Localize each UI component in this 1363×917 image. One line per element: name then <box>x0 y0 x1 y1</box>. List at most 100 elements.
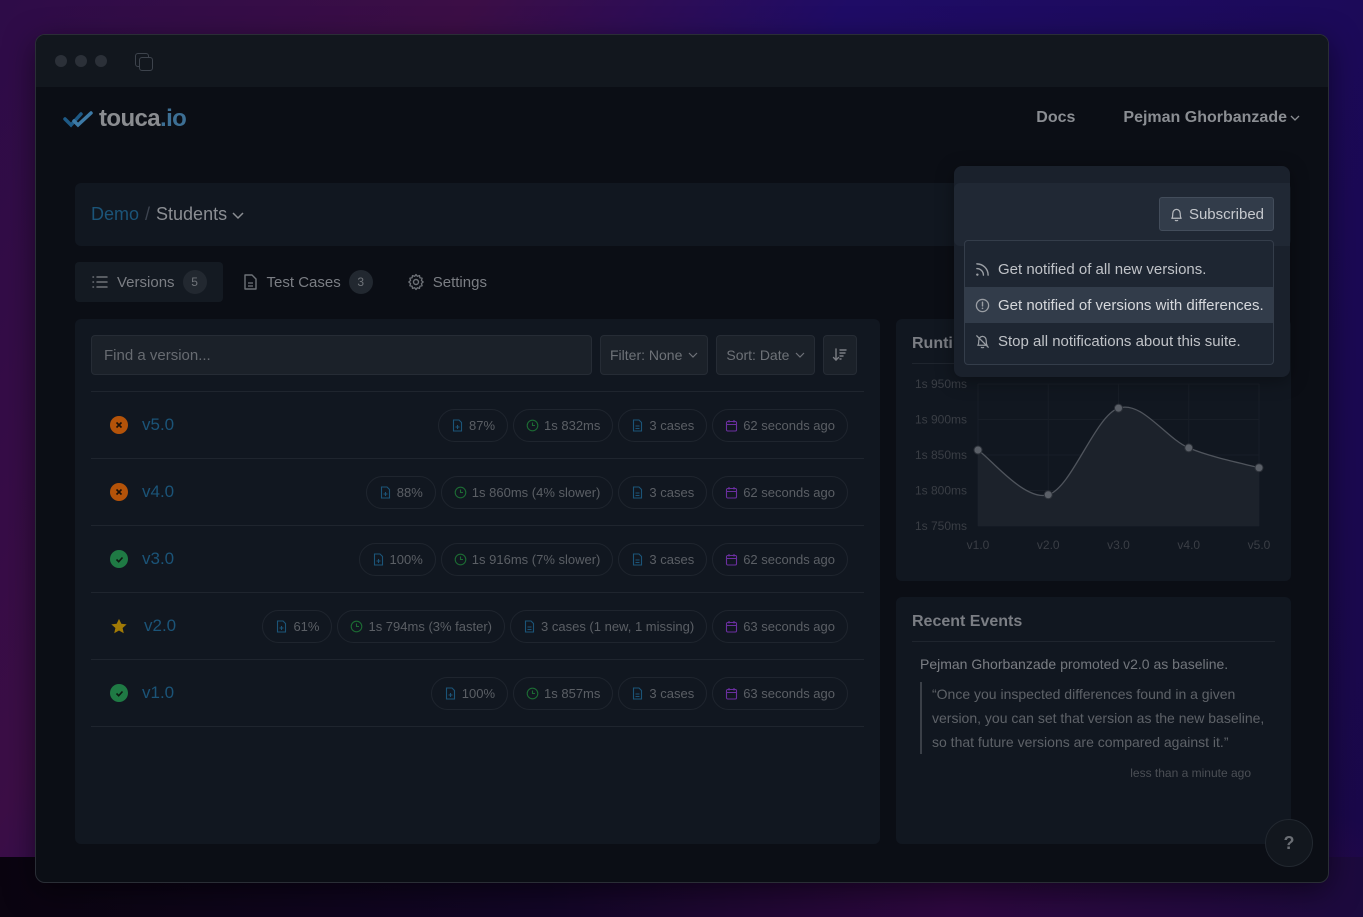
search-input[interactable] <box>91 335 592 375</box>
version-badges: 61% 1s 794ms (3% faster) 3 cases (1 new, 1… <box>262 609 848 643</box>
document-text-icon <box>633 418 643 432</box>
badge-text: 87% <box>468 417 496 433</box>
tab-versions[interactable]: Versions 5 <box>75 262 223 302</box>
subscribed-label: Subscribed <box>1188 205 1264 223</box>
y-tick-label: 1s 900ms <box>915 413 967 427</box>
submitted-badge: 63 seconds ago <box>712 609 848 643</box>
menu-item-all-versions[interactable]: Get notified of all new versions. <box>965 251 1273 287</box>
minimize-window-button[interactable] <box>75 55 87 67</box>
calendar-icon <box>726 419 738 432</box>
match-rate-badge: 100% <box>358 542 436 576</box>
subscribed-button[interactable]: Subscribed <box>1158 197 1274 231</box>
close-window-button[interactable] <box>55 55 67 67</box>
menu-item-stop-notifications[interactable]: Stop all notifications about this suite. <box>965 323 1273 359</box>
badge-text: 63 seconds ago <box>743 618 835 634</box>
versions-toolbar: Filter: None Sort: Date <box>91 335 864 375</box>
user-menu[interactable]: Pejman Ghorbanzade <box>1123 109 1300 127</box>
window-titlebar <box>36 35 1328 87</box>
cases-badge: 3 cases <box>618 676 708 710</box>
version-row[interactable]: v2.0 61% 1s 794ms (3% faster) 3 cases (1 ne… <box>91 593 864 660</box>
copy-tabs-icon[interactable] <box>133 51 153 71</box>
bell-icon <box>1171 208 1182 221</box>
tab-count-badge: 5 <box>182 270 207 294</box>
chevron-down-icon <box>688 352 698 358</box>
rss-icon <box>976 262 989 276</box>
sort-order-button[interactable] <box>823 335 858 375</box>
file-plus-icon <box>380 485 390 499</box>
badge-text: 3 cases <box>649 417 695 433</box>
maximize-window-button[interactable] <box>95 55 107 67</box>
subscription-popover: Subscribed Get notified of all new versi… <box>954 166 1290 377</box>
version-name[interactable]: v1.0 <box>142 683 431 703</box>
logo-text: touca.io <box>99 105 187 132</box>
badge-text: 61% <box>293 618 320 634</box>
calendar-icon <box>726 687 738 700</box>
badge-text: 3 cases <box>649 685 695 701</box>
document-text-icon <box>633 686 643 700</box>
top-navigation: touca.io Docs Pejman Ghorbanzade <box>36 87 1328 151</box>
x-tick-label: v3.0 <box>1107 538 1130 552</box>
badge-text: 1s 794ms (3% faster) <box>368 618 493 634</box>
version-name[interactable]: v5.0 <box>142 415 438 435</box>
calendar-icon <box>726 620 738 633</box>
runtime-chart: 1s 750ms 1s 800ms 1s 850ms 1s 900ms 1s 950ms… <box>915 377 1271 552</box>
browser-window: touca.io Docs Pejman Ghorbanzade Demo / … <box>35 34 1329 883</box>
badge-text: 1s 916ms (7% slower) <box>471 551 601 567</box>
logo[interactable]: touca.io <box>63 105 187 133</box>
version-row[interactable]: v4.0 88% 1s 860ms (4% slower) 3 cases 62 sec… <box>91 459 864 526</box>
tab-label: Test Cases <box>266 273 341 291</box>
chevron-down-icon <box>795 352 805 358</box>
file-plus-icon <box>452 418 463 432</box>
file-plus-icon <box>277 619 287 633</box>
menu-item-label: Get notified of all new versions. <box>998 260 1207 278</box>
version-name[interactable]: v3.0 <box>142 549 359 569</box>
submitted-badge: 62 seconds ago <box>712 542 848 576</box>
calendar-icon <box>726 486 738 499</box>
sort-select[interactable]: Sort: Date <box>716 335 816 375</box>
badge-text: 100% <box>461 685 496 701</box>
star-icon <box>110 617 128 635</box>
breadcrumb-team[interactable]: Demo <box>91 204 139 225</box>
subscription-menu: Get notified of all new versions. Get no… <box>964 240 1274 365</box>
version-name[interactable]: v2.0 <box>144 616 262 636</box>
badge-text: 1s 860ms (4% slower) <box>471 484 601 500</box>
version-row[interactable]: v5.0 87% 1s 832ms 3 cases 62 seconds ago <box>91 392 864 459</box>
document-text-icon <box>633 552 643 566</box>
version-row[interactable]: v3.0 100% 1s 916ms (7% slower) 3 cases 62 se… <box>91 526 864 593</box>
recent-events-panel: Recent Events Pejman Ghorbanzade promote… <box>896 597 1291 844</box>
submitted-badge: 62 seconds ago <box>712 408 848 442</box>
cases-badge: 3 cases <box>618 475 708 509</box>
y-tick-label: 1s 850ms <box>915 448 967 462</box>
calendar-icon <box>726 553 738 566</box>
menu-item-label: Stop all notifications about this suite. <box>998 332 1241 350</box>
help-button[interactable]: ? <box>1265 819 1313 867</box>
badge-text: 1s 857ms <box>544 685 601 701</box>
docs-link[interactable]: Docs <box>1036 109 1075 127</box>
tab-test-cases[interactable]: Test Cases 3 <box>225 262 389 302</box>
data-point <box>973 445 983 455</box>
version-name[interactable]: v4.0 <box>142 482 366 502</box>
versions-panel: Filter: None Sort: Date v5.0 87% 1s 832ms 3… <box>75 319 880 844</box>
tab-settings[interactable]: Settings <box>391 262 503 302</box>
clock-icon <box>526 419 539 431</box>
clock-icon <box>351 620 363 632</box>
version-row[interactable]: v1.0 100% 1s 857ms 3 cases 63 seconds ago <box>91 660 864 727</box>
breadcrumb-suite[interactable]: Students <box>156 204 245 225</box>
filter-select[interactable]: Filter: None <box>600 335 709 375</box>
runtime-badge: 1s 916ms (7% slower) <box>440 542 614 576</box>
runtime-area <box>978 407 1259 526</box>
menu-item-differences[interactable]: Get notified of versions with difference… <box>965 287 1273 323</box>
x-tick-label: v4.0 <box>1177 538 1200 552</box>
data-point <box>1184 443 1194 453</box>
suite-tabs: Versions 5 Test Cases 3 Settings <box>75 262 505 302</box>
failed-status-icon <box>110 416 128 434</box>
versions-list: v5.0 87% 1s 832ms 3 cases 62 seconds ago v4.0… <box>91 391 864 727</box>
event-quote: “Once you inspected differences found in… <box>920 682 1275 754</box>
event-actor[interactable]: Pejman Ghorbanzade <box>920 656 1056 672</box>
runtime-badge: 1s 860ms (4% slower) <box>440 475 614 509</box>
recent-events-title: Recent Events <box>912 613 1275 642</box>
badge-text: 3 cases (1 new, 1 missing) <box>541 618 695 634</box>
data-point <box>1114 403 1123 413</box>
x-tick-label: v2.0 <box>1037 538 1060 552</box>
badge-text: 1s 832ms <box>544 417 601 433</box>
